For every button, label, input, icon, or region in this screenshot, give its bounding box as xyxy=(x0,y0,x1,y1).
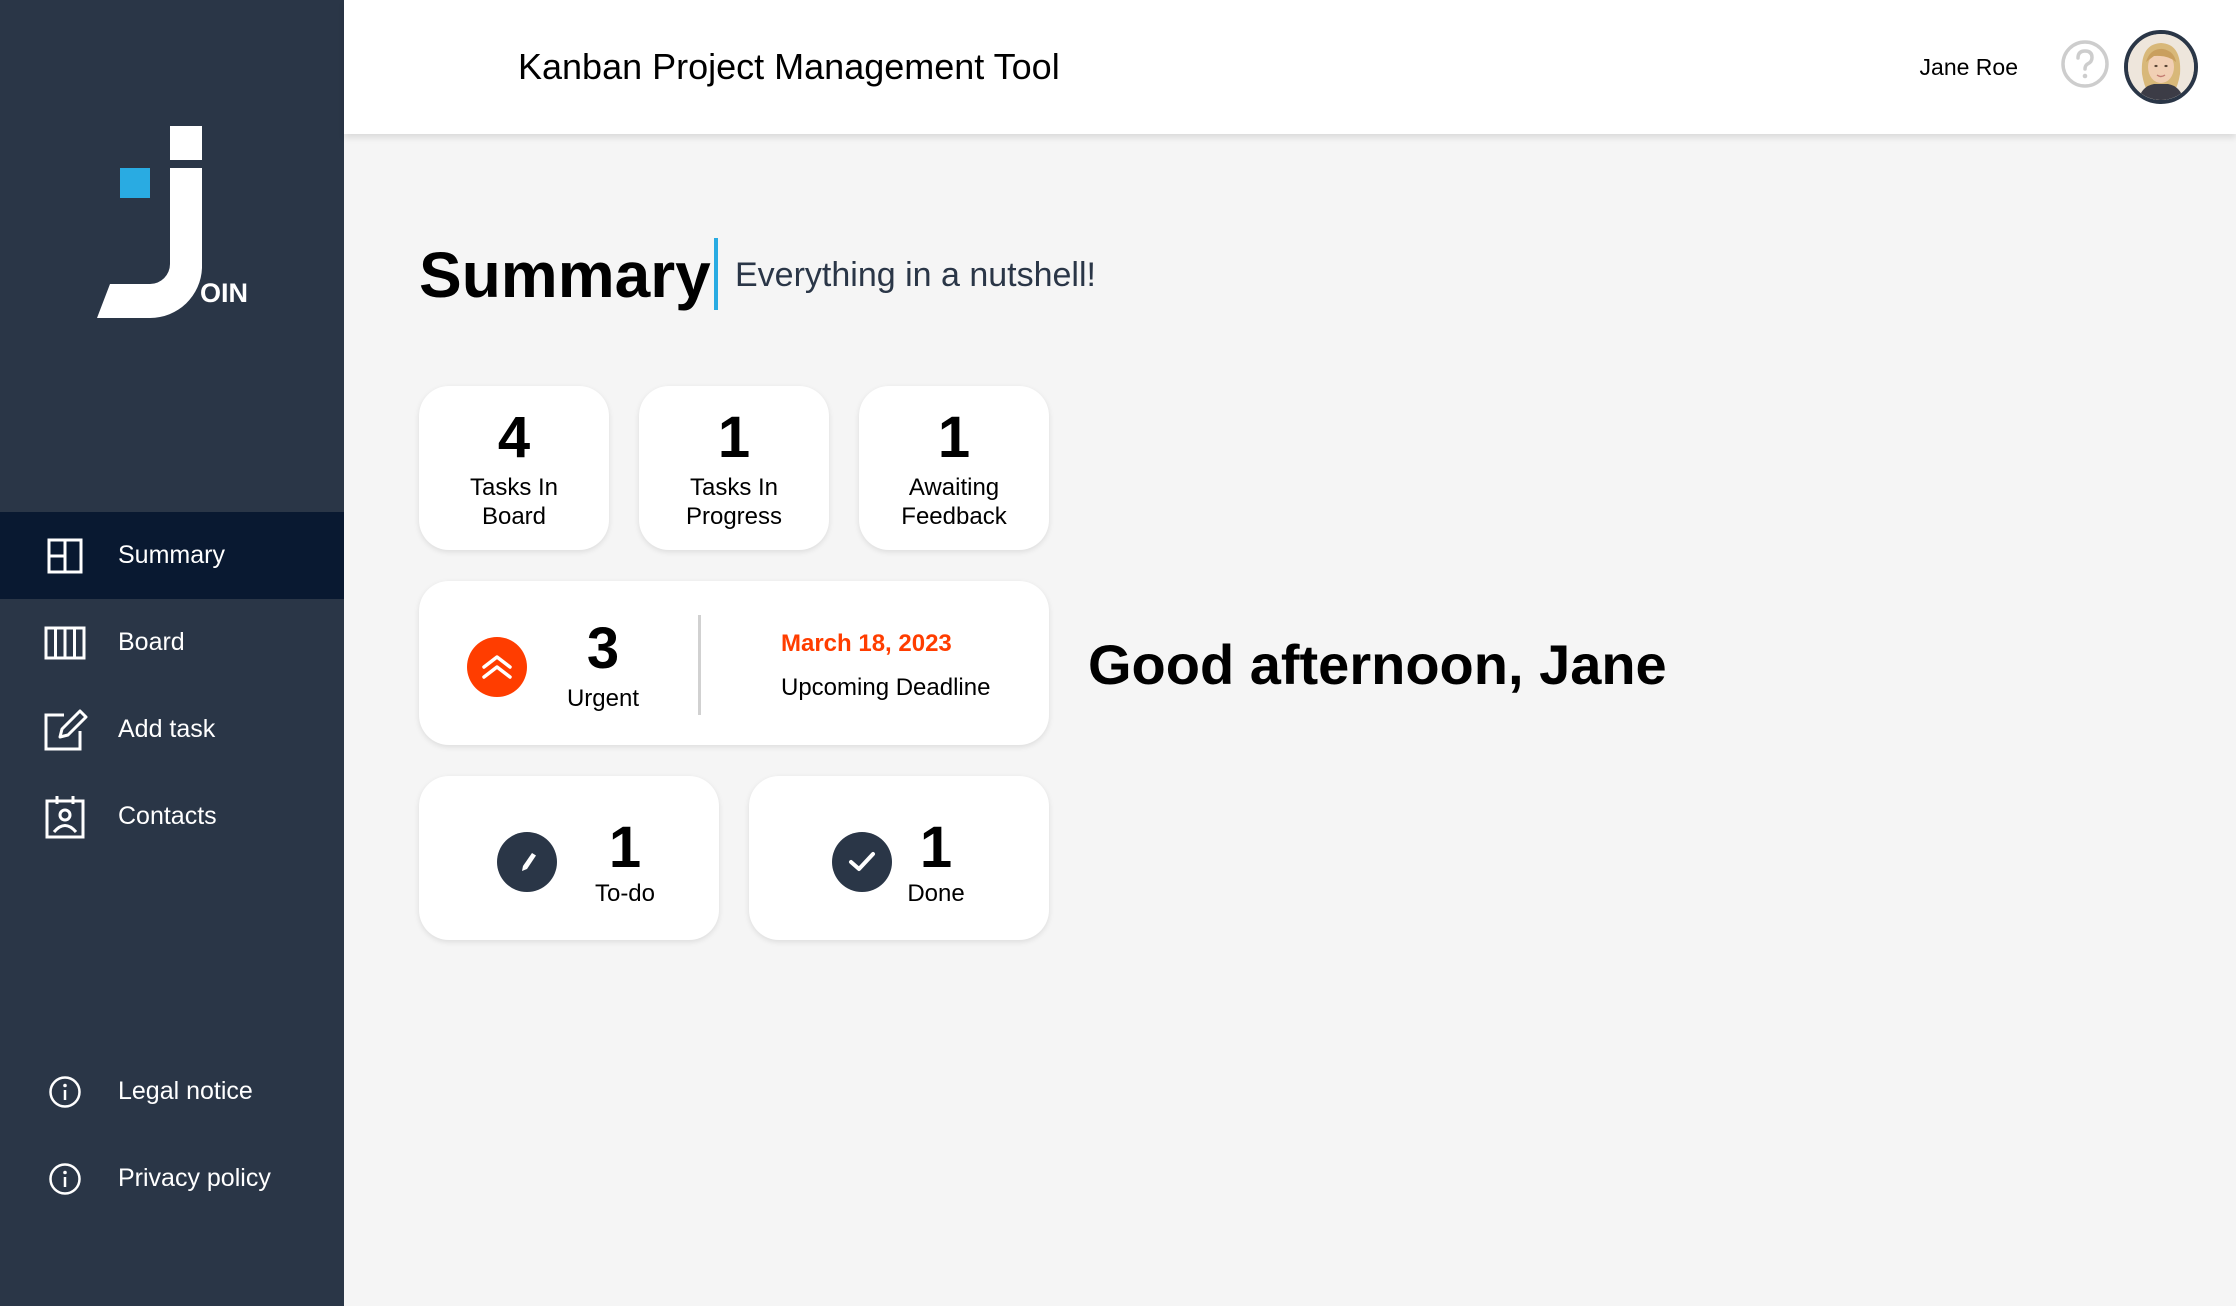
todo-card[interactable]: 1 To-do xyxy=(419,776,719,940)
help-icon[interactable] xyxy=(2060,39,2110,89)
greeting: Good afternoon, Jane xyxy=(1088,633,1667,696)
page-title: Summary xyxy=(419,239,711,311)
user-name: Jane Roe xyxy=(1919,54,2018,80)
sidebar-item-label: Board xyxy=(118,628,185,656)
logo-text: OIN xyxy=(200,278,248,308)
sidebar-bottom-nav: Legal notice Privacy policy xyxy=(0,1048,344,1222)
summary-icon xyxy=(42,533,88,579)
awaiting-feedback-count: 1 xyxy=(937,405,971,470)
tasks-in-board-count: 4 xyxy=(497,405,531,470)
board-icon xyxy=(42,620,88,666)
sidebar-item-legal-notice[interactable]: Legal notice xyxy=(0,1048,344,1135)
app-title: Kanban Project Management Tool xyxy=(518,46,1060,87)
title-divider xyxy=(714,238,718,310)
sidebar-nav: Summary Board Add task Contacts xyxy=(0,512,344,860)
sidebar-item-summary[interactable]: Summary xyxy=(0,512,344,599)
pencil-icon xyxy=(497,832,557,892)
sidebar-item-add-task[interactable]: Add task xyxy=(0,686,344,773)
sidebar-item-label: Add task xyxy=(118,715,216,743)
todo-label: To-do xyxy=(594,880,656,907)
urgent-divider xyxy=(698,615,701,715)
avatar-image xyxy=(2128,34,2194,100)
info-icon xyxy=(42,1156,88,1202)
done-card[interactable]: 1 Done xyxy=(749,776,1049,940)
urgent-label: Urgent xyxy=(566,685,640,712)
join-logo[interactable]: OIN xyxy=(92,118,252,318)
done-count: 1 xyxy=(919,815,953,880)
deadline-label: Upcoming Deadline xyxy=(781,674,991,701)
sidebar-item-label: Privacy policy xyxy=(118,1164,271,1192)
sidebar-item-board[interactable]: Board xyxy=(0,599,344,686)
urgent-count: 3 xyxy=(586,616,620,681)
sidebar: OIN Summary Board Add task Contacts Lega… xyxy=(0,0,344,1306)
todo-count: 1 xyxy=(608,815,642,880)
sidebar-item-contacts[interactable]: Contacts xyxy=(0,773,344,860)
sidebar-item-label: Contacts xyxy=(118,802,217,830)
deadline-date: March 18, 2023 xyxy=(781,630,952,657)
info-icon xyxy=(42,1069,88,1115)
sidebar-item-label: Summary xyxy=(118,541,225,569)
sidebar-item-label: Legal notice xyxy=(118,1077,253,1105)
page-subtitle: Everything in a nutshell! xyxy=(735,256,1096,294)
tasks-in-progress-label: Tasks In Progress xyxy=(685,473,783,530)
tasks-in-progress-card[interactable]: 1 Tasks In Progress xyxy=(639,386,829,550)
sidebar-item-privacy-policy[interactable]: Privacy policy xyxy=(0,1135,344,1222)
done-label: Done xyxy=(907,880,965,907)
tasks-in-board-card[interactable]: 4 Tasks In Board xyxy=(419,386,609,550)
urgent-card[interactable]: 3 Urgent March 18, 2023 Upcoming Deadlin… xyxy=(419,581,1049,745)
tasks-in-progress-count: 1 xyxy=(717,405,751,470)
add-task-icon xyxy=(42,707,88,753)
contacts-icon xyxy=(42,794,88,840)
urgent-chevrons-icon xyxy=(467,637,527,697)
top-header: Kanban Project Management Tool Jane Roe xyxy=(344,0,2236,134)
awaiting-feedback-label: Awaiting Feedback xyxy=(901,473,1007,530)
tasks-in-board-label: Tasks In Board xyxy=(469,473,559,530)
user-avatar[interactable] xyxy=(2124,30,2198,104)
awaiting-feedback-card[interactable]: 1 Awaiting Feedback xyxy=(859,386,1049,550)
